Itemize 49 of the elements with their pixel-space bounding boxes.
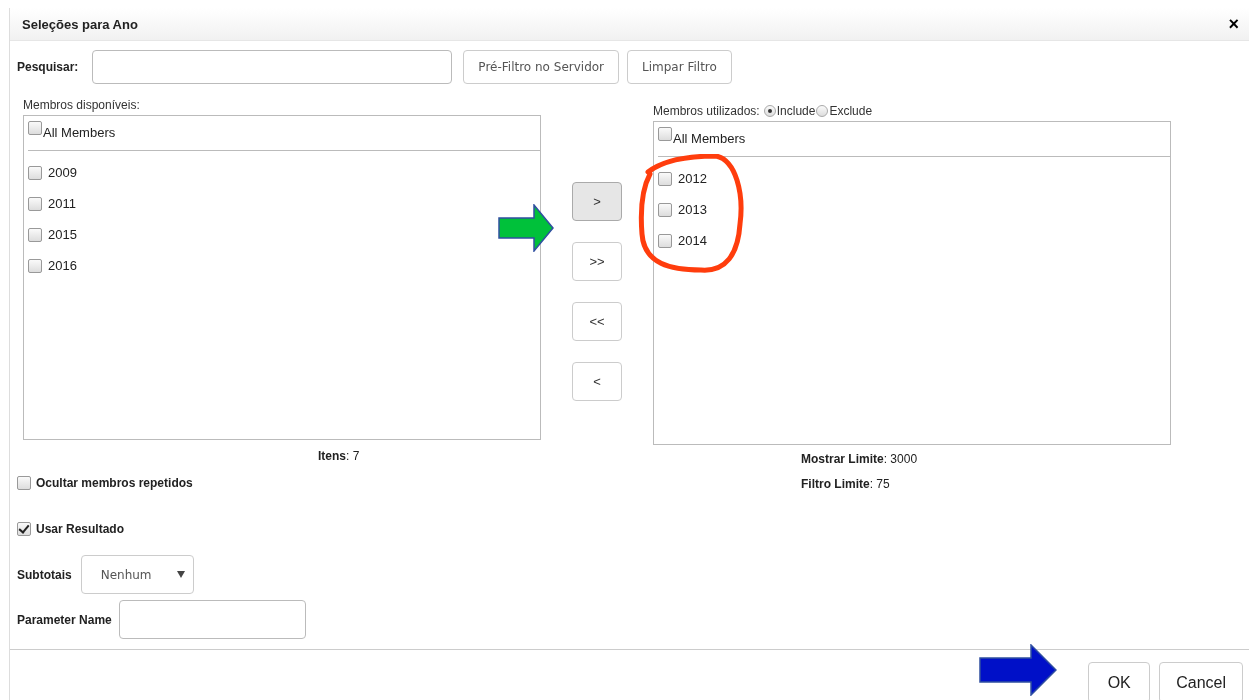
option-label: Usar Resultado bbox=[36, 522, 125, 536]
arrow-drawing bbox=[498, 204, 554, 252]
move-button[interactable]: > bbox=[572, 182, 622, 221]
checkbox[interactable] bbox=[28, 196, 42, 211]
member-label: 2016 bbox=[48, 258, 77, 273]
member-label: 2012 bbox=[678, 171, 707, 186]
option-label: Ocultar membros repetidos bbox=[36, 476, 193, 490]
search-label: Pesquisar: bbox=[17, 60, 79, 74]
checkbox[interactable] bbox=[28, 121, 42, 135]
radio-button[interactable] bbox=[763, 105, 776, 117]
checkbox[interactable] bbox=[28, 165, 42, 180]
limit-text: Filtro Limite: 75 bbox=[801, 476, 891, 493]
list-label: Membros utilizados: bbox=[653, 104, 760, 118]
limit-text: Mostrar Limite: 3000 bbox=[801, 451, 919, 468]
member-label: 2015 bbox=[48, 227, 77, 242]
parameter-name-field[interactable] bbox=[118, 600, 306, 639]
checkbox[interactable] bbox=[658, 233, 672, 248]
move-button[interactable]: < bbox=[572, 362, 622, 401]
checkbox[interactable] bbox=[28, 258, 42, 273]
member-label: 2014 bbox=[678, 233, 707, 248]
dialog-button[interactable]: OK bbox=[1088, 662, 1151, 700]
search-field[interactable] bbox=[92, 50, 453, 84]
member-label: 2011 bbox=[48, 196, 76, 211]
close-button[interactable]: × bbox=[1226, 13, 1241, 35]
member-label: 2013 bbox=[678, 202, 707, 217]
member-label: 2009 bbox=[48, 165, 77, 180]
dialog-button[interactable]: Cancel bbox=[1159, 662, 1243, 700]
checkbox[interactable] bbox=[658, 127, 672, 141]
checkbox[interactable] bbox=[28, 227, 42, 242]
checkbox[interactable] bbox=[17, 522, 31, 536]
radio-button[interactable] bbox=[816, 105, 829, 117]
move-button[interactable]: << bbox=[572, 302, 622, 341]
list-label: Membros disponíveis: bbox=[23, 98, 141, 112]
radio-label: Include bbox=[776, 104, 816, 118]
filter-button[interactable]: Limpar Filtro bbox=[627, 50, 732, 84]
checkbox[interactable] bbox=[17, 476, 31, 490]
member-label: All Members bbox=[673, 131, 746, 146]
member-label: All Members bbox=[43, 125, 116, 140]
checkbox[interactable] bbox=[658, 202, 672, 217]
radio-label: Exclude bbox=[829, 104, 873, 118]
window-title: Seleções para Ano bbox=[22, 16, 138, 32]
filter-button[interactable]: Pré-Filtro no Servidor bbox=[463, 50, 620, 84]
parameter-name-label: Parameter Name bbox=[17, 612, 112, 627]
subtotals-label: Subtotais bbox=[17, 567, 72, 582]
subtotals-dropdown[interactable]: Nenhum bbox=[80, 555, 194, 594]
move-button[interactable]: >> bbox=[572, 242, 622, 281]
item-count: Itens: 7 bbox=[318, 449, 361, 463]
caret-icon bbox=[176, 571, 185, 578]
checkbox[interactable] bbox=[658, 171, 672, 186]
